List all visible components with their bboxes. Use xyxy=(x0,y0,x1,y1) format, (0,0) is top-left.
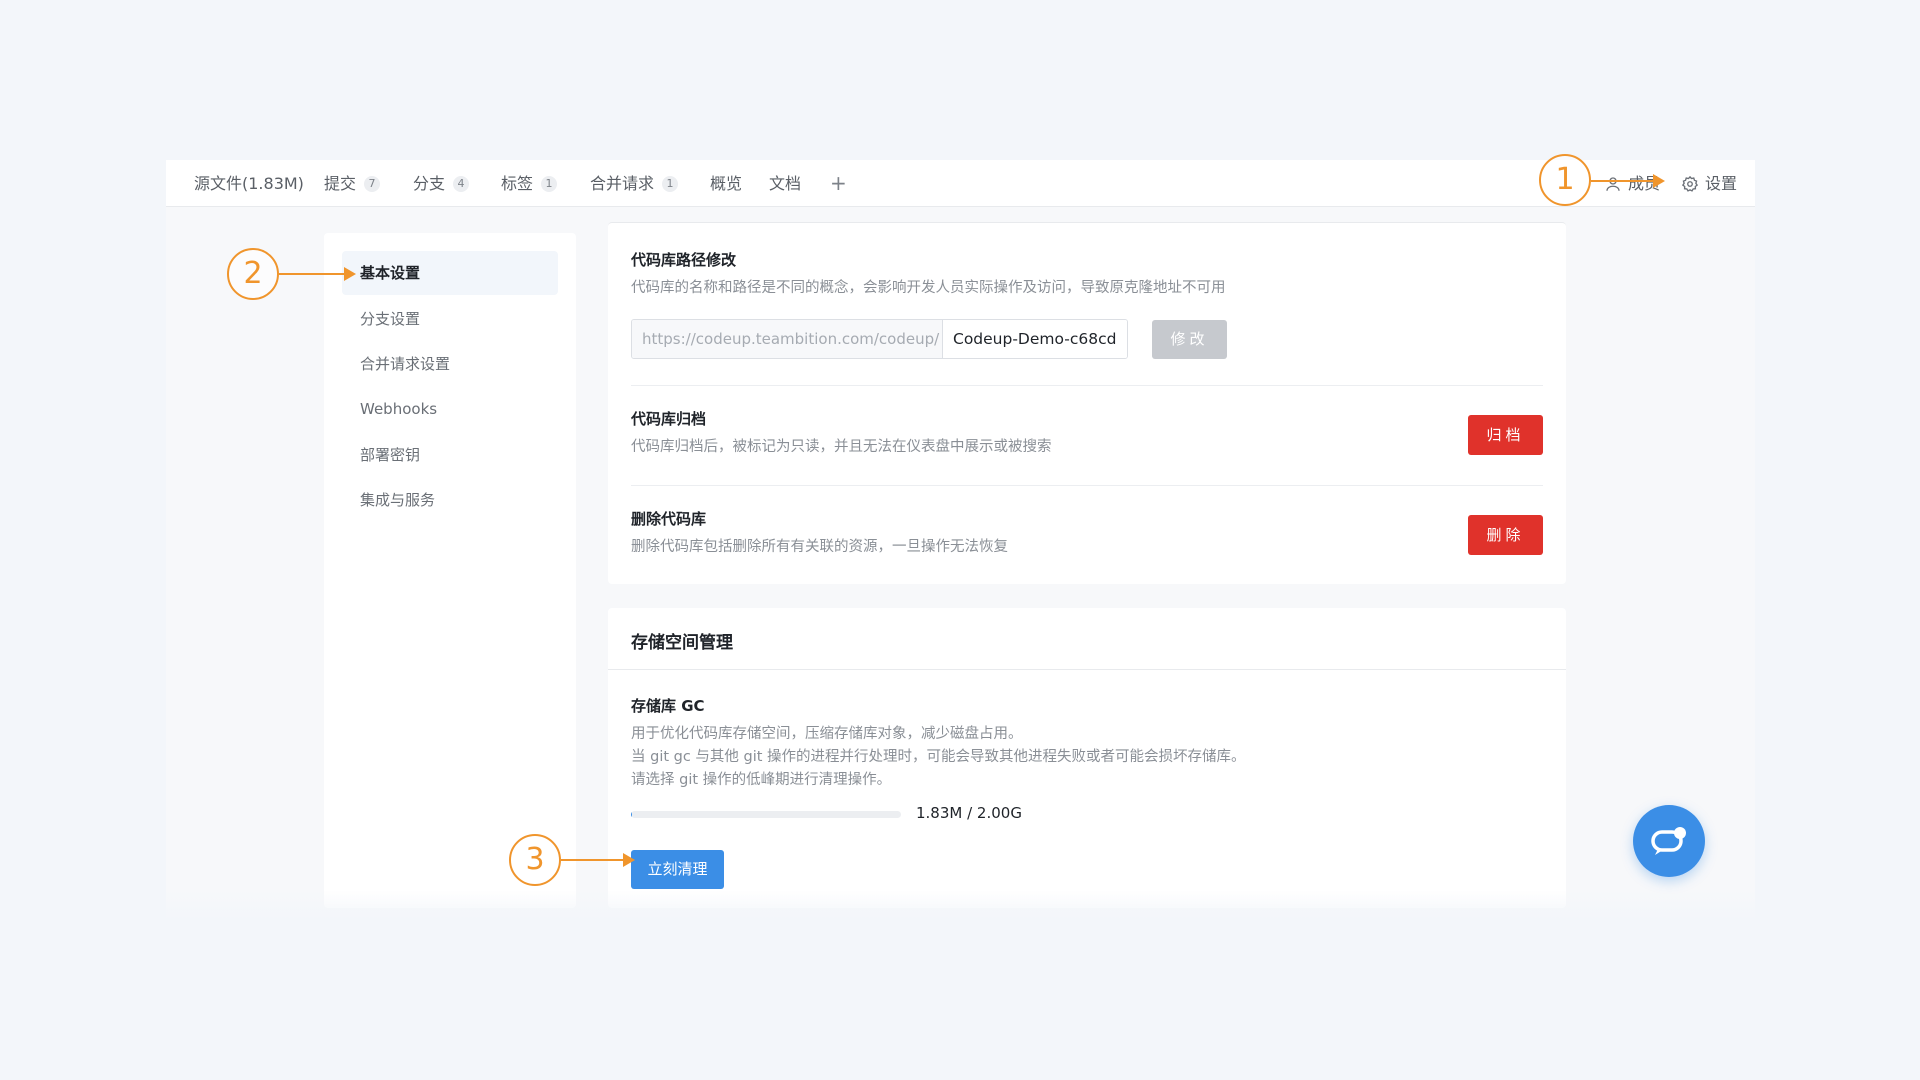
repo-nav: 源文件(1.83M) 提交 7 分支 4 标签 1 合并请求 1 概览 文档 + 成员 … xyxy=(166,160,1755,207)
sidebar-item-deploy-keys[interactable]: 部署密钥 xyxy=(342,433,558,477)
callout-arrow-2 xyxy=(279,267,356,281)
section-divider xyxy=(631,485,1543,486)
tab-merge-requests[interactable]: 合并请求 1 xyxy=(590,160,679,207)
tab-source-files[interactable]: 源文件(1.83M) xyxy=(194,160,304,207)
path-section-title: 代码库路径修改 xyxy=(631,251,737,269)
sidebar-item-branch-settings[interactable]: 分支设置 xyxy=(342,297,558,341)
delete-section-title: 删除代码库 xyxy=(631,510,707,528)
chat-icon xyxy=(1651,827,1686,855)
settings-link[interactable]: 设置 xyxy=(1681,160,1737,207)
delete-section-desc: 删除代码库包括删除所有有关联的资源，一旦操作无法恢复 xyxy=(631,539,1008,555)
branches-count-badge: 4 xyxy=(453,176,470,192)
tab-tags[interactable]: 标签 1 xyxy=(501,160,558,207)
add-tab-button[interactable]: + xyxy=(830,160,847,207)
storage-usage-fill xyxy=(631,811,633,818)
section-divider xyxy=(631,385,1543,386)
archive-section-title: 代码库归档 xyxy=(631,410,707,428)
storage-panel-title: 存储空间管理 xyxy=(631,633,733,653)
gc-desc-line-1: 用于优化代码库存储空间，压缩存储库对象，减少磁盘占用。 xyxy=(631,726,1023,742)
callout-arrow-1 xyxy=(1591,174,1665,188)
archive-button[interactable]: 归档 xyxy=(1468,415,1543,455)
gc-title: 存储库 GC xyxy=(631,697,705,715)
sidebar-item-merge-request-settings[interactable]: 合并请求设置 xyxy=(342,342,558,386)
merge-requests-count-badge: 1 xyxy=(662,176,679,192)
delete-repo-button[interactable]: 删除 xyxy=(1468,515,1543,555)
modify-path-button[interactable]: 修改 xyxy=(1152,320,1227,359)
commits-count-badge: 7 xyxy=(364,176,381,192)
sidebar-item-basic-settings[interactable]: 基本设置 xyxy=(342,251,558,295)
archive-section-desc: 代码库归档后，被标记为只读，并且无法在仪表盘中展示或被搜索 xyxy=(631,439,1052,455)
callout-marker-1: 1 xyxy=(1539,154,1591,206)
gc-desc-line-3: 请选择 git 操作的低峰期进行清理操作。 xyxy=(631,772,892,788)
members-link[interactable]: 成员 xyxy=(1604,160,1660,207)
callout-marker-3: 3 xyxy=(509,834,561,886)
path-section-desc: 代码库的名称和路径是不同的概念，会影响开发人员实际操作及访问，导致原克隆地址不可… xyxy=(631,280,1226,296)
storage-panel-header: 存储空间管理 xyxy=(608,608,1566,670)
gc-desc-line-2: 当 git gc 与其他 git 操作的进程并行处理时，可能会导致其他进程失败或… xyxy=(631,749,1246,765)
chat-help-button[interactable] xyxy=(1633,805,1705,877)
storage-panel: 存储空间管理 存储库 GC 用于优化代码库存储空间，压缩存储库对象，减少磁盘占用… xyxy=(608,608,1566,908)
app-window: 源文件(1.83M) 提交 7 分支 4 标签 1 合并请求 1 概览 文档 + 成员 … xyxy=(166,160,1755,920)
gear-icon xyxy=(1681,175,1699,192)
tab-commits[interactable]: 提交 7 xyxy=(324,160,381,207)
repo-path-input[interactable] xyxy=(943,320,1127,358)
sidebar-item-webhooks[interactable]: Webhooks xyxy=(342,387,558,431)
sidebar-item-integrations[interactable]: 集成与服务 xyxy=(342,478,558,522)
repo-url-prefix: https://codeup.teambition.com/codeup/ xyxy=(632,320,943,358)
user-icon xyxy=(1606,176,1620,191)
storage-usage-label: 1.83M / 2.00G xyxy=(916,804,1022,822)
tags-count-badge: 1 xyxy=(541,176,558,192)
tab-branches[interactable]: 分支 4 xyxy=(413,160,470,207)
storage-usage-bar xyxy=(631,811,901,818)
clean-now-button[interactable]: 立刻清理 xyxy=(631,850,724,889)
callout-marker-2: 2 xyxy=(227,248,279,300)
tab-docs[interactable]: 文档 xyxy=(769,160,801,207)
basic-settings-panel: 代码库路径修改 代码库的名称和路径是不同的概念，会影响开发人员实际操作及访问，导… xyxy=(608,222,1566,584)
repo-path-input-group: https://codeup.teambition.com/codeup/ xyxy=(631,319,1128,359)
settings-sidebar: 基本设置 分支设置 合并请求设置 Webhooks 部署密钥 集成与服务 xyxy=(324,233,576,908)
tab-overview[interactable]: 概览 xyxy=(710,160,742,207)
callout-arrow-3 xyxy=(561,853,635,867)
